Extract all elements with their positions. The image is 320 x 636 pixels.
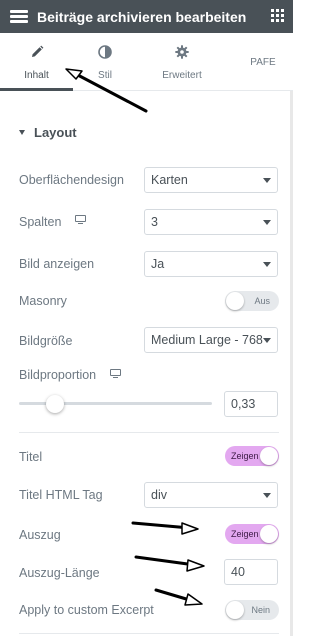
annotation-arrowhead-auszug-laenge — [186, 559, 205, 572]
annotation-arrow-auszug-laenge — [134, 555, 197, 567]
annotation-arrowhead-custom-excerpt — [184, 593, 203, 606]
annotation-arrow-inhalt — [72, 71, 148, 113]
annotation-arrowhead-auszug — [181, 522, 199, 535]
annotation-arrows — [65, 68, 205, 606]
